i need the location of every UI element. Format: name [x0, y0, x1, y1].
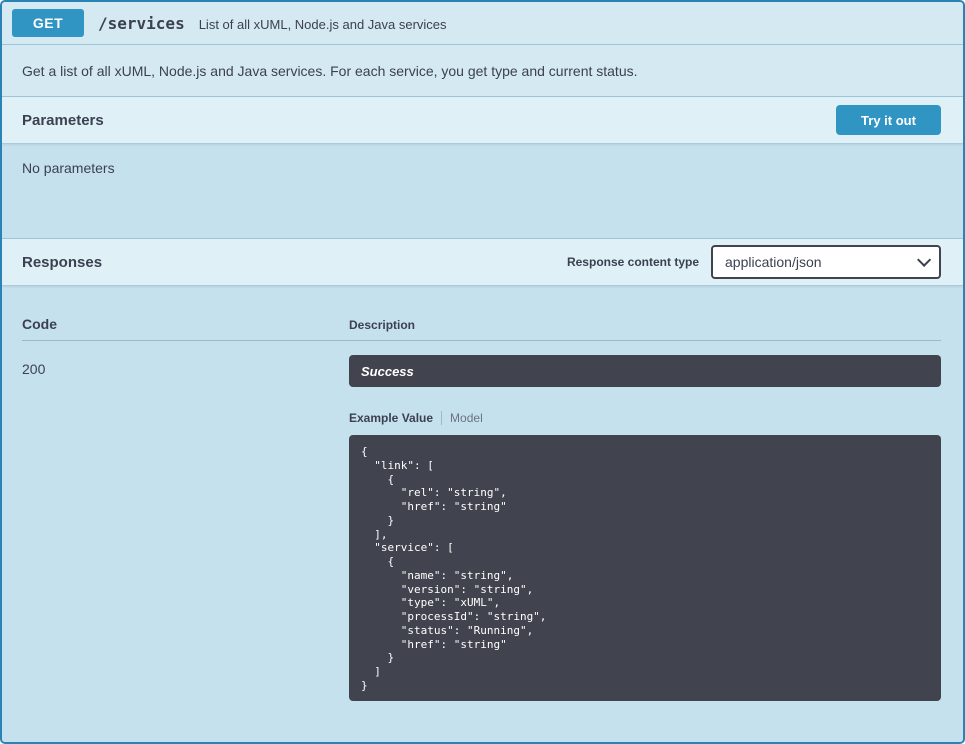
- endpoint-description: Get a list of all xUML, Node.js and Java…: [22, 63, 638, 79]
- tab-example-value[interactable]: Example Value: [349, 411, 433, 425]
- response-content-type-wrap: Response content type application/json: [567, 245, 941, 279]
- responses-body: Code Description 200 Success Example Val…: [2, 286, 963, 742]
- parameters-body: No parameters: [2, 144, 963, 238]
- tab-model[interactable]: Model: [450, 411, 483, 425]
- parameters-title: Parameters: [22, 112, 104, 129]
- endpoint-path: /services: [98, 14, 185, 33]
- response-content-type-value: application/json: [725, 254, 822, 270]
- method-badge: GET: [12, 9, 84, 37]
- description-column-header: Description: [349, 316, 941, 332]
- responses-section-header: Responses Response content type applicat…: [2, 238, 963, 286]
- endpoint-summary-text: List of all xUML, Node.js and Java servi…: [199, 15, 447, 32]
- response-row-200: 200 Success Example Value Model { "link"…: [22, 341, 941, 701]
- try-it-out-button[interactable]: Try it out: [836, 105, 941, 135]
- responses-title: Responses: [22, 254, 102, 271]
- response-description-badge: Success: [349, 355, 941, 387]
- response-content-type-label: Response content type: [567, 255, 699, 269]
- tab-separator: [441, 411, 442, 425]
- example-json-block[interactable]: { "link": [ { "rel": "string", "href": "…: [349, 435, 941, 701]
- parameters-section-header: Parameters Try it out: [2, 96, 963, 144]
- endpoint-summary-row[interactable]: GET /services List of all xUML, Node.js …: [2, 2, 963, 44]
- chevron-down-icon: [917, 253, 931, 267]
- no-parameters-message: No parameters: [22, 160, 115, 176]
- opblock-get-services: GET /services List of all xUML, Node.js …: [0, 0, 965, 744]
- code-column-header: Code: [22, 316, 349, 332]
- response-code: 200: [22, 355, 349, 701]
- example-model-tabs: Example Value Model: [349, 411, 941, 425]
- response-content-type-select[interactable]: application/json: [711, 245, 941, 279]
- endpoint-description-row: Get a list of all xUML, Node.js and Java…: [2, 44, 963, 96]
- responses-table-header: Code Description: [22, 316, 941, 341]
